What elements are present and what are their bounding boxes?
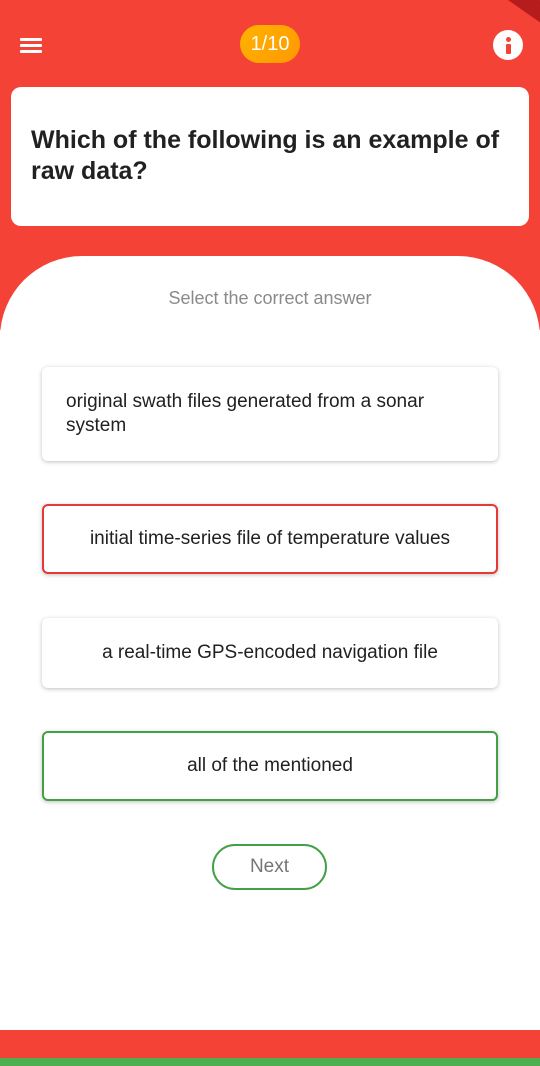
next-button[interactable]: Next	[212, 844, 327, 890]
hamburger-menu-icon[interactable]	[20, 36, 44, 56]
bottom-progress-strip	[0, 1058, 540, 1066]
bottom-bar	[0, 1030, 540, 1058]
instruction-text: Select the correct answer	[168, 288, 372, 308]
answer-option-label: original swath files generated from a so…	[66, 391, 425, 436]
question-progress-badge: 1/10	[240, 25, 300, 63]
answer-option-2[interactable]: initial time-series file of temperature …	[42, 504, 498, 574]
answer-option-label: a real-time GPS-encoded navigation file	[102, 642, 438, 663]
answer-option-3[interactable]: a real-time GPS-encoded navigation file	[42, 618, 498, 688]
debug-corner-badge	[498, 0, 540, 28]
info-icon[interactable]	[493, 30, 523, 60]
question-text: Which of the following is an example of …	[31, 126, 500, 185]
answer-option-1[interactable]: original swath files generated from a so…	[42, 367, 498, 461]
answer-option-label: all of the mentioned	[187, 755, 353, 776]
question-card: Which of the following is an example of …	[11, 87, 529, 226]
answer-option-label: initial time-series file of temperature …	[89, 528, 451, 549]
answer-option-4[interactable]: all of the mentioned	[42, 731, 498, 801]
